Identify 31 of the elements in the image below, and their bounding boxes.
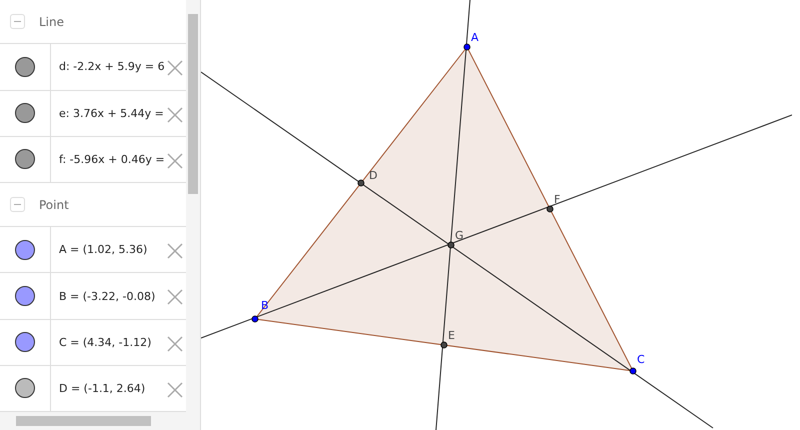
point-label: G (455, 229, 464, 242)
point-label: A (471, 31, 479, 44)
visibility-dot[interactable] (15, 332, 35, 352)
visibility-dot[interactable] (15, 103, 35, 124)
visibility-dot[interactable] (15, 149, 35, 170)
point-label: E (448, 329, 455, 342)
point[interactable] (358, 180, 364, 186)
group-title: Point (39, 198, 69, 212)
expression-text[interactable]: e: 3.76x + 5.44y = (59, 106, 164, 120)
point[interactable] (464, 44, 470, 50)
point-label: C (637, 353, 645, 366)
horizontal-scrollbar[interactable] (0, 412, 200, 430)
point[interactable] (448, 242, 454, 248)
point-label: D (369, 169, 378, 182)
expression-text[interactable]: B = (-3.22, -0.08) (59, 290, 156, 303)
point[interactable] (252, 316, 258, 322)
vertical-scrollbar[interactable] (186, 0, 200, 412)
point[interactable] (630, 368, 636, 374)
visibility-dot[interactable] (15, 240, 35, 260)
point[interactable] (546, 206, 554, 212)
group-title: Line (39, 14, 64, 29)
visibility-dot[interactable] (15, 56, 35, 77)
expression-text[interactable]: f: -5.96x + 0.46y = (59, 152, 165, 166)
visibility-dot[interactable] (15, 378, 35, 398)
point[interactable] (440, 342, 448, 348)
expression-text[interactable]: D = (-1.1, 2.64) (59, 382, 146, 395)
expression-text[interactable]: d: -2.2x + 5.9y = 6 (59, 60, 165, 74)
visibility-dot[interactable] (15, 286, 35, 306)
expression-text[interactable]: A = (1.02, 5.36) (59, 243, 148, 256)
expression-text[interactable]: C = (4.34, -1.12) (59, 336, 152, 349)
point-label: F (554, 193, 560, 206)
